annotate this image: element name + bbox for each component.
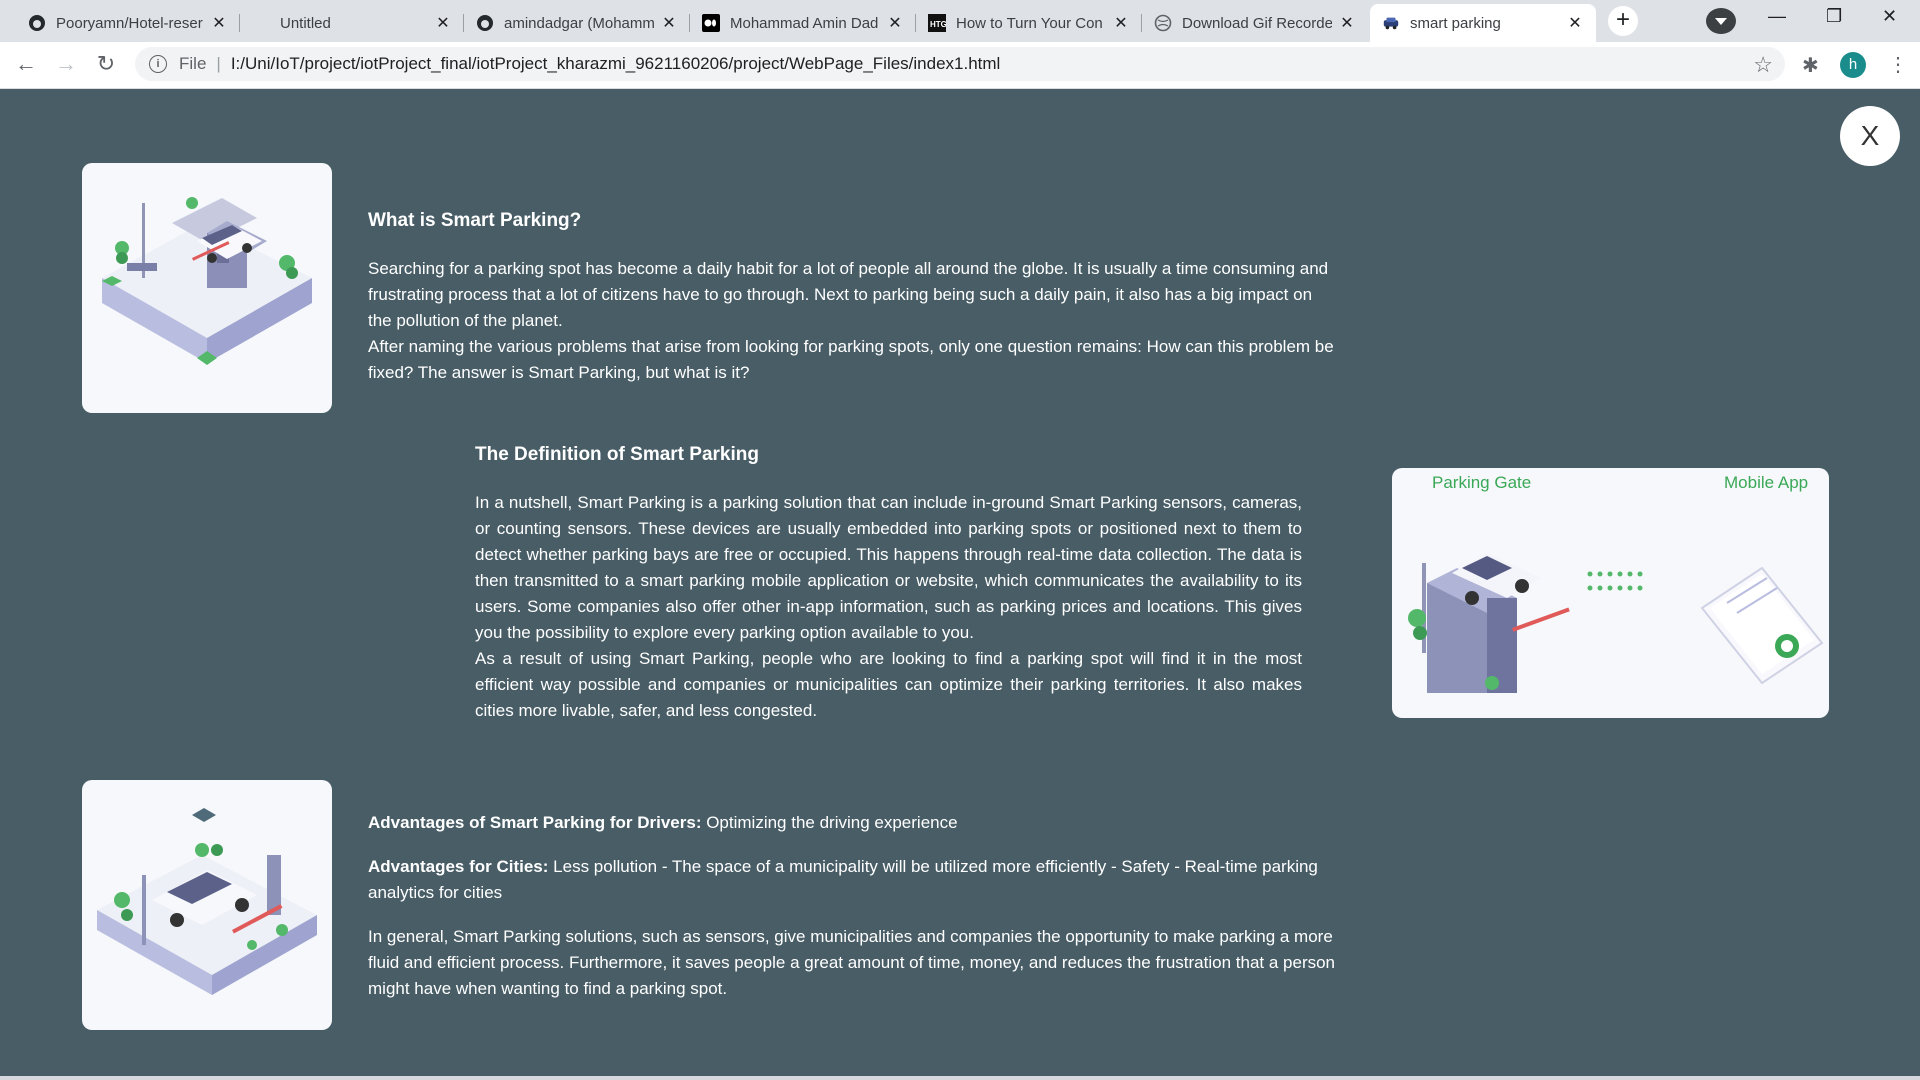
tab-title: How to Turn Your Con [956,14,1103,32]
reload-icon[interactable]: ↻ [92,50,120,78]
what-is-smart-parking-section: What is Smart Parking? Searching for a p… [368,210,1340,386]
close-tab-icon[interactable]: ✕ [1338,13,1356,33]
github-icon [28,14,46,32]
browser-toolbar: ← → ↻ i File | I:/Uni/IoT/project/iotPro… [0,42,1920,89]
forward-icon[interactable]: → [52,50,80,78]
url-text[interactable]: I:/Uni/IoT/project/iotProject_final/iotP… [231,54,1001,74]
tab-title: Pooryamn/Hotel-reser [56,14,203,32]
restore-icon[interactable]: ❐ [1826,6,1842,27]
bookmark-star-icon[interactable]: ☆ [1753,52,1773,78]
parking-gate-mobile-app-illustration: Parking Gate Mobile App [1392,468,1829,718]
smart-parking-car-illustration [82,780,332,1030]
section-title: What is Smart Parking? [368,210,582,231]
summary-paragraph: In general, Smart Parking solutions, suc… [368,927,1336,998]
tab-smart-parking[interactable]: smart parking ✕ [1370,4,1596,42]
extensions-icon[interactable]: ✱ [1802,53,1819,78]
section-title: The Definition of Smart Parking [475,444,759,465]
window-close-icon[interactable]: ✕ [1882,6,1897,27]
profile-avatar[interactable]: h [1840,52,1866,78]
parking-lot-illustration [82,163,332,413]
url-scheme: File [179,54,207,73]
page-scroll-edge [0,1076,1920,1080]
paragraph: In a nutshell, Smart Parking is a parkin… [475,493,1302,642]
tab-pooryamn[interactable]: Pooryamn/Hotel-reser ✕ [16,4,240,42]
minimize-icon[interactable]: — [1768,6,1786,27]
svg-text:HTG: HTG [930,20,946,29]
menu-icon[interactable]: ⋮ [1888,52,1908,77]
definition-section: The Definition of Smart Parking In a nut… [475,444,1302,724]
parking-gate-label: Parking Gate [1432,473,1531,492]
tab-title: Mohammad Amin Dad [730,14,879,32]
drivers-lead: Advantages of Smart Parking for Drivers: [368,813,702,832]
advantages-section: Advantages of Smart Parking for Drivers:… [368,810,1340,1020]
car-icon [1382,14,1400,32]
paragraph: Searching for a parking spot has become … [368,259,1329,330]
close-button[interactable]: X [1840,106,1900,166]
tab-search-icon[interactable] [1706,8,1736,34]
globe-icon [1154,14,1172,32]
cities-lead: Advantages for Cities: [368,857,549,876]
drivers-advantage: Advantages of Smart Parking for Drivers:… [368,810,1340,836]
info-icon[interactable]: i [149,55,167,73]
close-tab-icon[interactable]: ✕ [660,13,678,33]
paragraph: As a result of using Smart Parking, peop… [475,649,1302,720]
tab-title: smart parking [1410,14,1501,32]
paragraph: After naming the various problems that a… [368,337,1334,382]
close-tab-icon[interactable]: ✕ [434,13,452,33]
tab-htg[interactable]: HTG How to Turn Your Con ✕ [916,4,1142,42]
htg-icon: HTG [928,14,946,32]
tab-title: amindadgar (Mohamm [504,14,654,32]
new-tab-button[interactable]: + [1608,6,1638,36]
drivers-text: Optimizing the driving experience [701,813,958,832]
tab-strip: Pooryamn/Hotel-reser ✕ Untitled ✕ aminda… [0,0,1920,42]
close-tab-icon[interactable]: ✕ [210,13,228,33]
medium-icon [702,14,720,32]
close-tab-icon[interactable]: ✕ [886,13,904,33]
tab-gif-recorder[interactable]: Download Gif Recorde ✕ [1142,4,1368,42]
tab-amindadgar[interactable]: amindadgar (Mohamm ✕ [464,4,690,42]
address-bar[interactable]: i File | I:/Uni/IoT/project/iotProject_f… [135,47,1785,81]
close-tab-icon[interactable]: ✕ [1112,13,1130,33]
mobile-app-label: Mobile App [1724,473,1808,492]
tab-title: Download Gif Recorde [1182,14,1332,32]
back-icon[interactable]: ← [12,50,40,78]
cities-advantage: Advantages for Cities: Less pollution - … [368,854,1340,906]
tab-untitled[interactable]: Untitled ✕ [240,4,464,42]
close-tab-icon[interactable]: ✕ [1566,13,1584,33]
tab-title: Untitled [280,14,331,32]
github-icon [476,14,494,32]
tab-medium[interactable]: Mohammad Amin Dad ✕ [690,4,916,42]
